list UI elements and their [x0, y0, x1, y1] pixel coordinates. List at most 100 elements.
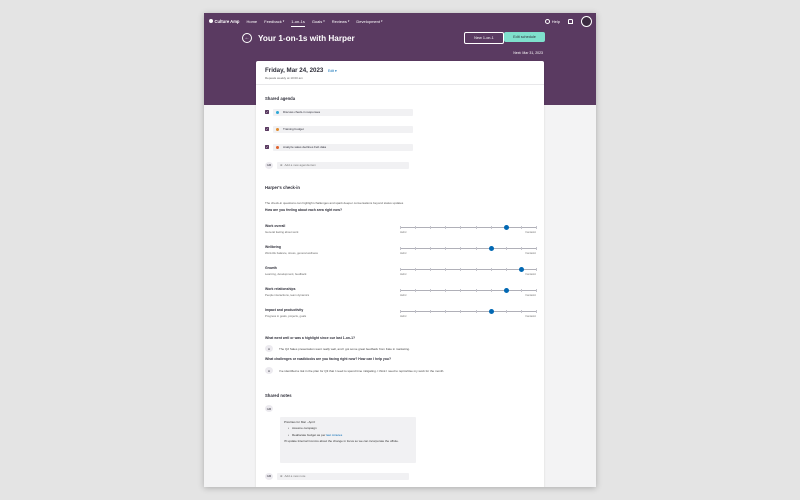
page-title: Your 1-on-1s with Harper — [258, 33, 355, 43]
area-subtitle: Progress in goals, projects, goals — [265, 314, 307, 318]
culture-amp-logo[interactable]: Culture Amp — [209, 19, 239, 24]
slider-tick — [475, 288, 477, 292]
notes-author: GM — [265, 405, 273, 412]
note-line: I'll update Internal Comms about the cha… — [284, 439, 399, 444]
notes-heading: Shared notes — [265, 393, 292, 398]
nav-item-goals[interactable]: Goals ▾ — [312, 13, 325, 29]
note-bullet: Reallocate budget as per last minutes — [284, 433, 412, 437]
agenda-item-icon — [276, 145, 279, 149]
scale-low-label: Awful — [400, 231, 407, 234]
agenda-item-field[interactable]: Discuss check-in responses — [273, 108, 413, 116]
agenda-item-text: Training budget — [283, 127, 304, 131]
rating-slider[interactable]: Awful Fantastic — [400, 285, 537, 297]
answer-text: The Q2 Sales presentation went really we… — [279, 346, 410, 351]
nav-item-development[interactable]: Development ▾ — [356, 13, 382, 29]
slider-tick — [460, 288, 461, 292]
area-subtitle: Work-life balance, stress, general welln… — [265, 251, 318, 255]
slider-tick — [430, 309, 431, 313]
slider-track — [400, 311, 536, 312]
area-subtitle: Learning, development, feedback — [265, 272, 307, 276]
agenda-item-field[interactable]: Analyze sales declines Feb data — [273, 143, 413, 151]
rating-slider[interactable]: Awful Fantastic — [400, 222, 537, 234]
nav-item-feedback[interactable]: Feedback ▾ — [264, 13, 284, 29]
logo-icon — [209, 19, 213, 23]
agenda-heading: Shared agenda — [265, 96, 296, 101]
slider-tick — [460, 225, 461, 229]
scale-high-label: Fantastic — [525, 294, 536, 297]
agenda-item-text: Analyze sales declines Feb data — [283, 145, 327, 149]
area-subtitle: General feeling about work — [265, 230, 299, 234]
add-agenda-input[interactable]: ⊕ Add a new agenda item — [277, 161, 409, 169]
nav-item-home[interactable]: Home — [246, 13, 257, 29]
avatar: H — [265, 367, 273, 374]
slider-tick — [400, 246, 401, 250]
slider-tick — [445, 288, 446, 292]
slider-tick — [445, 246, 446, 250]
new-1on1-button[interactable]: New 1-on-1 — [464, 32, 504, 44]
slider-tick — [475, 267, 477, 271]
agenda-item: ✓ Training budget — [265, 125, 413, 133]
nav-right: Help — [545, 15, 592, 27]
slider-tick — [430, 288, 431, 292]
slider-tick — [415, 309, 416, 313]
shared-note[interactable]: Priorities for Mar - April: Assume campa… — [280, 417, 416, 463]
rating-slider[interactable]: Awful Fantastic — [400, 306, 537, 318]
pin-icon — [276, 110, 279, 114]
area-title: Wellbeing — [265, 245, 281, 249]
nav-label: 1-on-1s — [291, 18, 305, 24]
notification-bell-icon[interactable] — [568, 18, 573, 24]
nav-label: Home — [246, 18, 258, 24]
area-subtitle: People interactions, team dynamics — [265, 293, 310, 297]
chevron-down-icon: ▾ — [347, 19, 350, 23]
nav-item-1-on-1s[interactable]: 1-on-1s — [291, 13, 305, 29]
scale-low-label: Awful — [400, 315, 407, 318]
chevron-down-icon: ▾ — [381, 19, 383, 23]
agenda-checkbox[interactable]: ✓ — [265, 145, 269, 149]
slider-thumb[interactable] — [503, 287, 509, 293]
slider-thumb[interactable] — [488, 308, 494, 314]
add-agenda-placeholder: Add a new agenda item — [284, 163, 317, 167]
rating-slider[interactable]: Awful Fantastic — [400, 264, 537, 276]
agenda-checkbox[interactable]: ✓ — [265, 127, 269, 131]
edit-schedule-button[interactable]: Edit schedule — [504, 32, 545, 42]
agenda-item-field[interactable]: Training budget — [273, 125, 413, 133]
agenda-checkbox[interactable]: ✓ — [265, 110, 269, 114]
help-link[interactable]: Help — [545, 18, 560, 24]
slider-thumb[interactable] — [488, 245, 494, 251]
note-text: Reallocate budget as per — [292, 432, 326, 437]
slider-tick — [445, 309, 446, 313]
app-window: Culture Amp Home Feedback ▾ 1-on-1s Goals… — [204, 13, 596, 487]
slider-tick — [430, 225, 431, 229]
slider-tick — [475, 225, 477, 229]
slider-track — [400, 290, 536, 291]
slider-tick — [460, 246, 461, 250]
add-note-input[interactable]: ⊕ Add a new note — [277, 472, 409, 480]
rating-slider[interactable]: Awful Fantastic — [400, 243, 537, 255]
add-note-placeholder: Add a new note — [284, 474, 306, 478]
note-link[interactable]: last minutes — [326, 433, 342, 437]
avatar[interactable] — [581, 15, 592, 27]
checkin-answer: H The Q2 Sales presentation went really … — [265, 345, 410, 352]
slider-tick — [430, 267, 431, 271]
chevron-down-icon: ▾ — [282, 19, 285, 23]
slider-tick — [475, 309, 477, 313]
slider-tick — [400, 309, 401, 313]
divider — [256, 84, 544, 85]
agenda-item-text: Discuss check-in responses — [283, 110, 321, 114]
schedule-dropdown[interactable]: Edit ▾ — [328, 69, 337, 73]
slider-track — [400, 269, 536, 270]
slider-thumb[interactable] — [503, 224, 509, 230]
slider-tick — [536, 267, 537, 271]
slider-tick — [520, 309, 522, 313]
scale-low-label: Awful — [400, 252, 407, 255]
repeat-info: Repeats weekly at 10:00 am — [265, 76, 303, 80]
checkin-heading: Harper's check-in — [265, 185, 300, 190]
agenda-item-icon — [276, 127, 279, 131]
nav-item-reviews[interactable]: Reviews ▾ — [332, 13, 350, 29]
slider-tick — [490, 267, 492, 271]
slider-thumb[interactable] — [518, 266, 524, 272]
back-arrow-icon[interactable]: ← — [242, 33, 252, 43]
button-label: Edit schedule — [513, 35, 536, 39]
meeting-date: Friday, Mar 24, 2023 — [265, 67, 324, 74]
avatar: GM — [265, 405, 273, 412]
